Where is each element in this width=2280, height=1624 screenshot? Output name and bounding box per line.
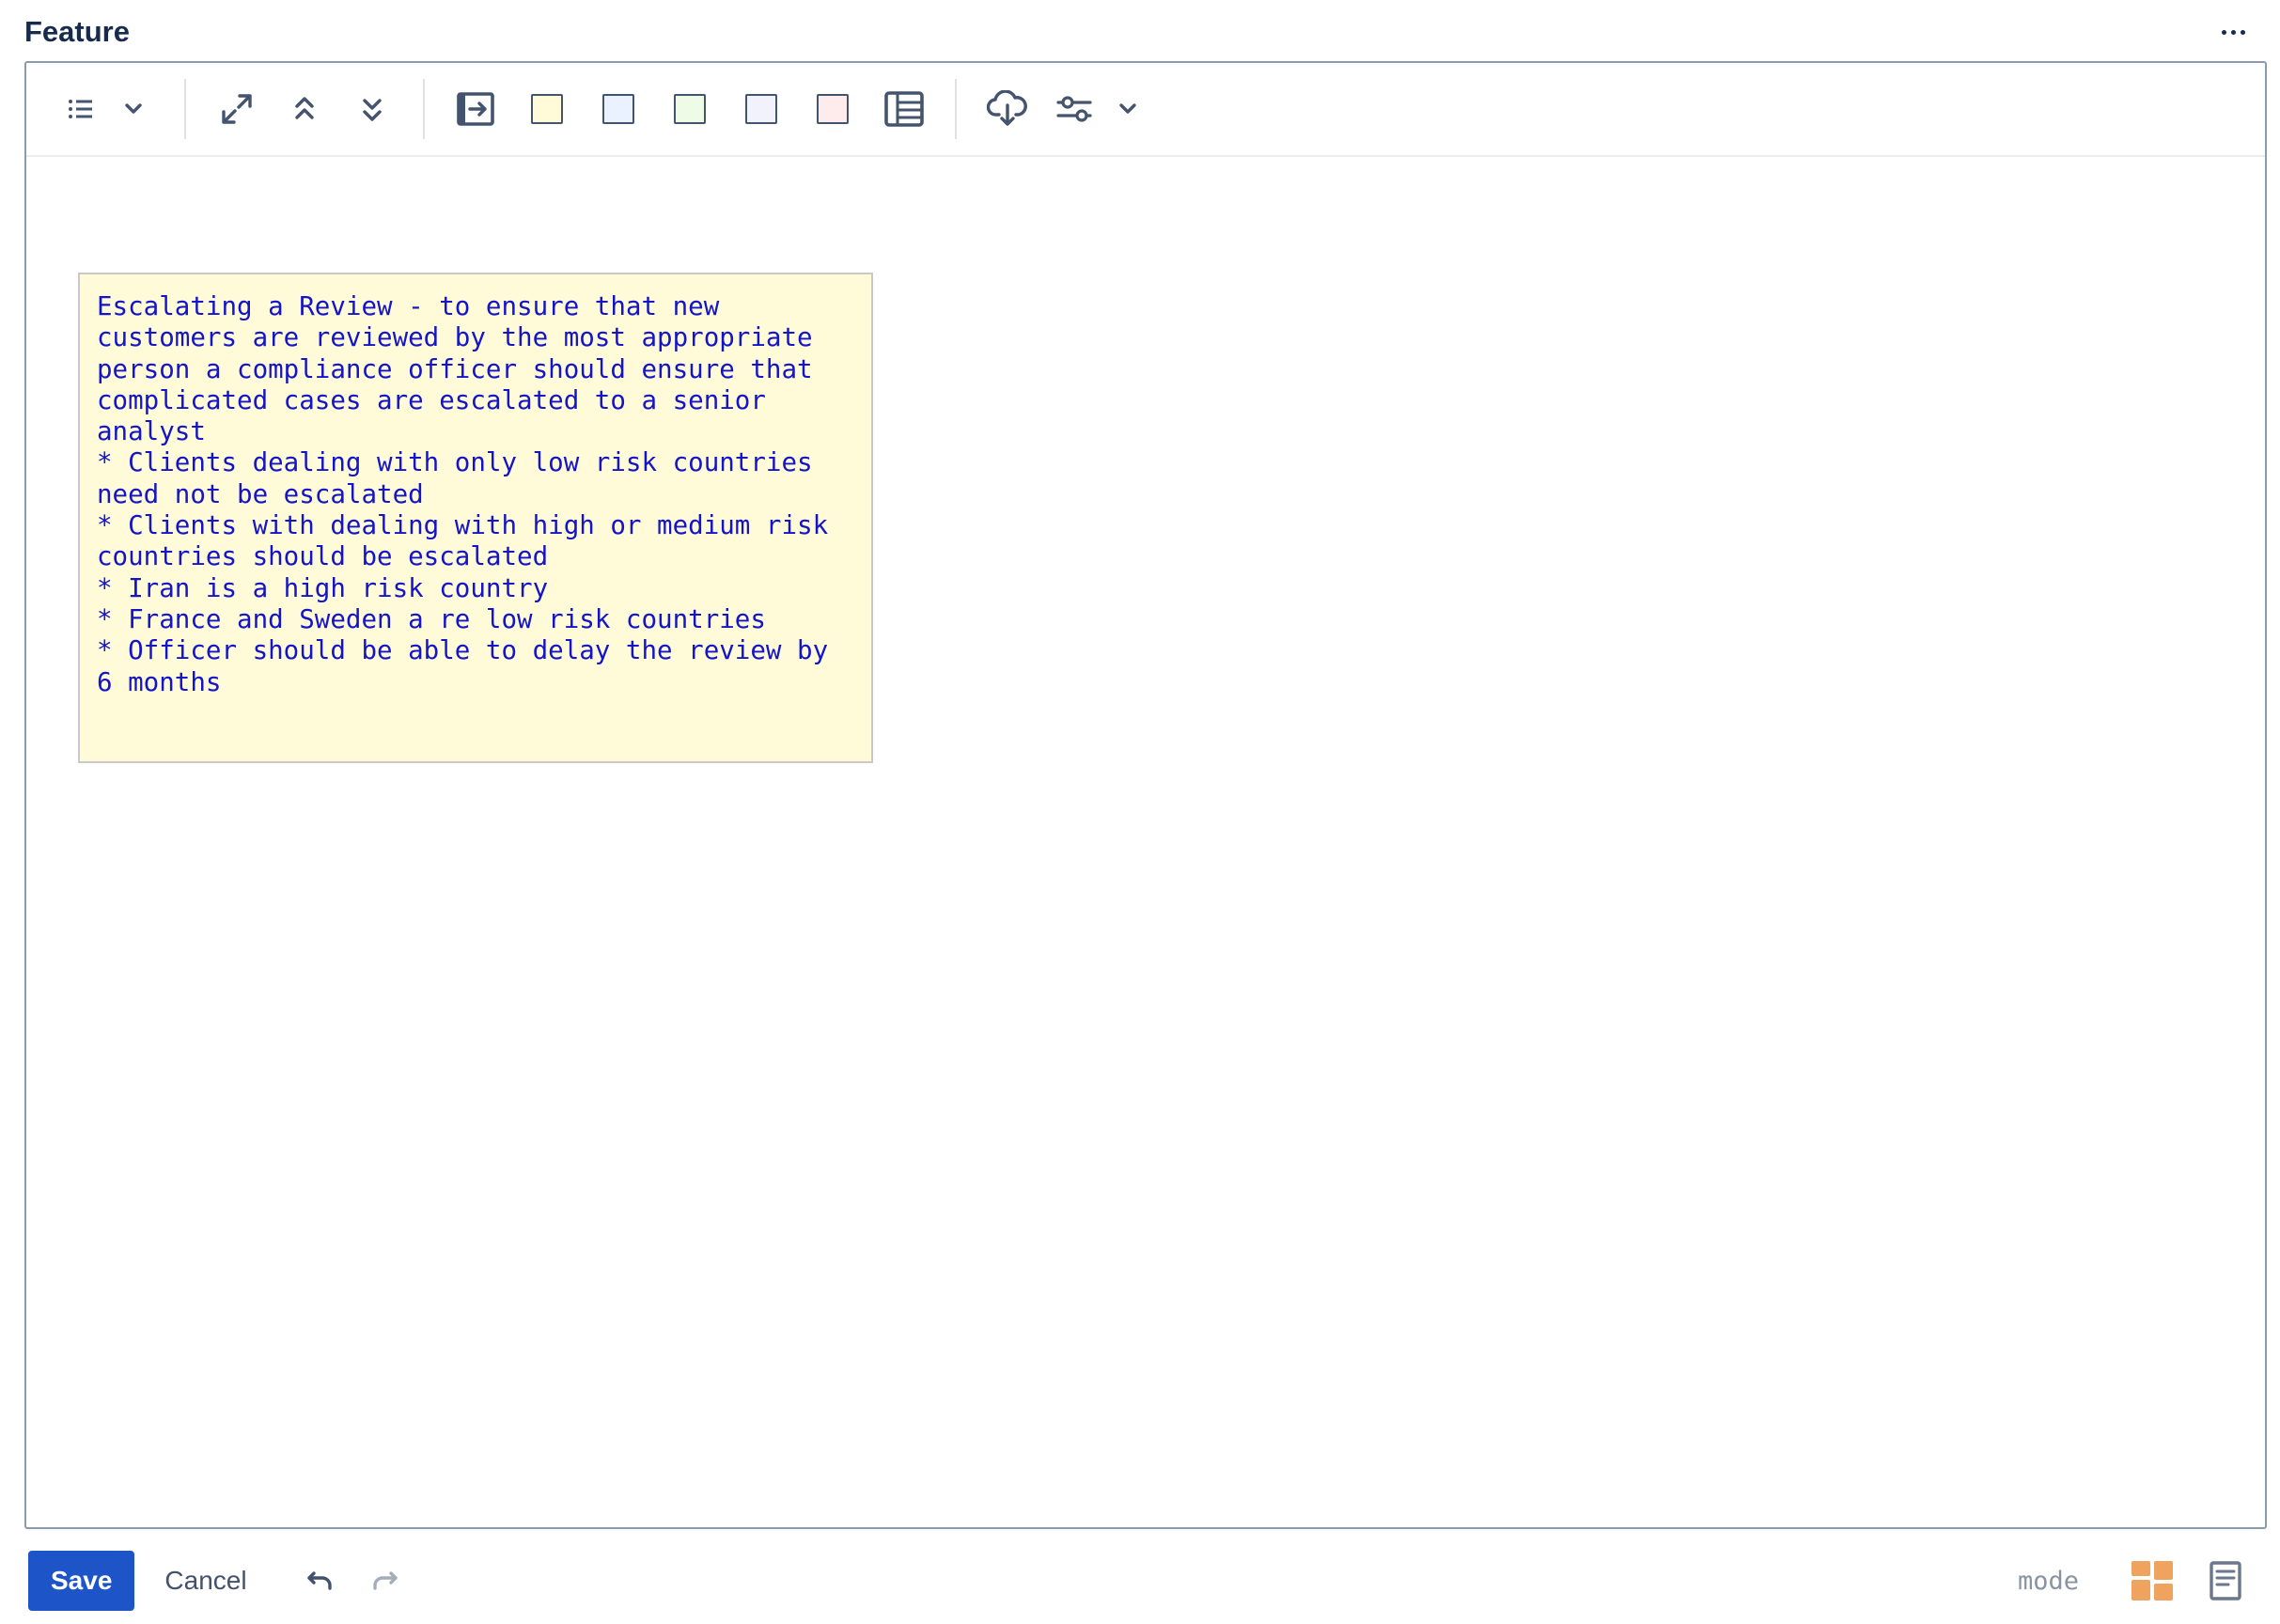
more-dot — [2240, 29, 2245, 35]
undo-icon — [306, 1571, 332, 1590]
sticky-lavender-swatch — [745, 94, 777, 124]
table-button[interactable] — [878, 83, 930, 135]
board-mode-icon — [2132, 1561, 2173, 1601]
sticky-pink-swatch — [817, 94, 849, 124]
settings-button[interactable] — [1049, 83, 1101, 135]
sticky-note-text[interactable]: Escalating a Review - to ensure that new… — [97, 291, 854, 698]
expand-down-button[interactable] — [346, 83, 398, 135]
cloud-download-icon — [987, 90, 1027, 126]
chevron-down-icon — [1119, 103, 1136, 114]
collapse-up-icon — [295, 97, 314, 119]
redo-icon — [372, 1571, 398, 1590]
editor-panel: Escalating a Review - to ensure that new… — [24, 61, 2267, 1529]
sticky-pink-button[interactable] — [806, 83, 859, 135]
more-dot — [2221, 29, 2226, 35]
mode-label: mode — [2017, 1566, 2079, 1596]
sticky-blue-swatch — [602, 94, 634, 124]
list-icon — [69, 100, 92, 118]
toolbar-separator — [955, 79, 957, 139]
mode-switcher: mode — [2018, 1554, 2252, 1607]
header: Feature — [24, 13, 2252, 51]
download-button[interactable] — [981, 83, 1034, 135]
redo-button[interactable] — [358, 1554, 411, 1607]
sliders-icon — [1056, 96, 1092, 122]
toolbar-separator — [423, 79, 425, 139]
save-button[interactable]: Save — [28, 1551, 135, 1611]
table-icon — [884, 91, 924, 127]
undo-button[interactable] — [294, 1554, 347, 1607]
editor-canvas[interactable]: Escalating a Review - to ensure that new… — [26, 159, 2265, 1527]
settings-dropdown-button[interactable] — [1101, 83, 1154, 135]
more-options-button[interactable] — [2214, 13, 2252, 51]
toolbar — [26, 63, 2265, 157]
toolbar-separator — [184, 79, 186, 139]
expand-down-icon — [363, 99, 382, 121]
page-title: Feature — [24, 15, 130, 48]
list-dropdown-button[interactable] — [107, 83, 160, 135]
sticky-green-swatch — [674, 94, 706, 124]
cancel-button[interactable]: Cancel — [146, 1551, 265, 1611]
expand-button[interactable] — [211, 83, 263, 135]
collapse-up-button[interactable] — [278, 83, 331, 135]
expand-icon — [222, 94, 252, 124]
sticky-green-button[interactable] — [664, 83, 716, 135]
sticky-yellow-swatch — [531, 94, 563, 124]
sticky-yellow-button[interactable] — [521, 83, 573, 135]
document-mode-icon — [2210, 1561, 2241, 1601]
sticky-blue-button[interactable] — [592, 83, 645, 135]
footer: Save Cancel mode — [28, 1551, 2252, 1611]
insert-button[interactable] — [449, 83, 502, 135]
sticky-lavender-button[interactable] — [735, 83, 788, 135]
insert-arrow-icon — [457, 92, 494, 126]
chevron-down-icon — [125, 103, 142, 114]
list-button[interactable] — [55, 83, 107, 135]
more-dot — [2230, 29, 2236, 35]
sticky-note[interactable]: Escalating a Review - to ensure that new… — [78, 273, 873, 763]
board-mode-button[interactable] — [2126, 1554, 2178, 1607]
document-mode-button[interactable] — [2199, 1554, 2252, 1607]
